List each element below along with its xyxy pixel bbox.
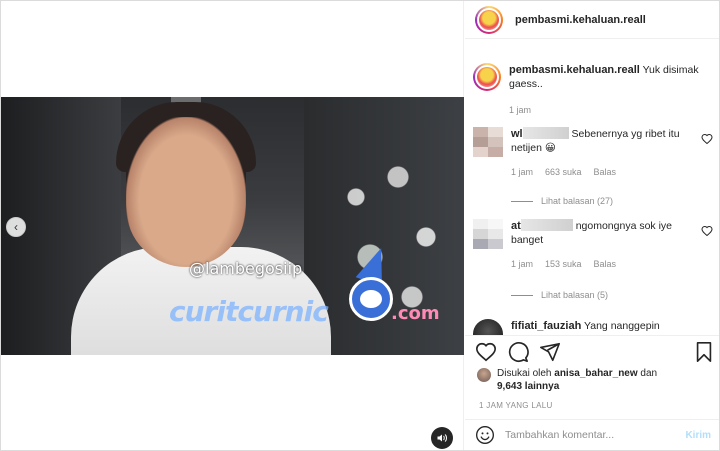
caption-avatar[interactable] (473, 63, 501, 91)
comment-time[interactable]: 1 jam (511, 165, 533, 179)
heart-icon[interactable] (475, 341, 497, 363)
comment-username[interactable]: wl (511, 128, 523, 140)
post-timestamp[interactable]: 1 JAM YANG LALU (479, 401, 553, 410)
author-username[interactable]: pembasmi.kehaluan.reall (515, 14, 646, 26)
likes-others[interactable]: 9,643 lainnya (497, 381, 559, 392)
actions-divider (465, 335, 719, 336)
comment-time[interactable]: 1 jam (511, 257, 533, 271)
likes-summary: Disukai oleh anisa_bahar_new dan 9,643 l… (477, 367, 687, 393)
add-comment-bar: Kirim (465, 419, 719, 450)
chevron-left-icon: ‹ (14, 220, 18, 234)
view-replies-label: Lihat balasan (5) (541, 290, 609, 300)
share-icon[interactable] (539, 341, 561, 363)
video-watermark: @lambegosiip (189, 259, 303, 278)
speaker-icon (437, 434, 447, 442)
view-replies-label: Lihat balasan (27) (541, 196, 614, 206)
reply-button[interactable]: Balas (594, 165, 617, 179)
post-caption: pembasmi.kehaluan.reall Yuk disimak gaes… (473, 63, 713, 117)
post-header: pembasmi.kehaluan.reall (465, 1, 719, 39)
comment-item: wl Sebenernya yg ribet itu netijen 😀 1 j… (473, 127, 713, 179)
audio-toggle-button[interactable] (431, 427, 453, 449)
reply-button[interactable]: Balas (594, 257, 617, 271)
heart-icon[interactable] (701, 133, 713, 145)
view-replies-button[interactable]: Lihat balasan (5) (511, 290, 608, 300)
redacted-username (520, 219, 573, 231)
comment-username[interactable]: fifiati_fauziah (511, 320, 581, 332)
reply-line (511, 200, 533, 202)
bookmark-icon[interactable] (693, 341, 715, 363)
post-panel: pembasmi.kehaluan.reall pembasmi.kehalua… (465, 1, 719, 450)
caption-time[interactable]: 1 jam (509, 103, 713, 117)
comment-likes[interactable]: 663 suka (545, 165, 582, 179)
view-replies-button[interactable]: Lihat balasan (27) (511, 196, 613, 206)
liker-avatar[interactable] (477, 368, 491, 382)
post-actions (475, 341, 715, 365)
send-comment-button[interactable]: Kirim (685, 430, 711, 441)
likes-prefix: Disukai oleh (497, 368, 552, 379)
comment-text: Yang nanggepin (584, 320, 660, 332)
avatar-logo (479, 9, 499, 30)
video-person-head (126, 117, 246, 267)
comment-avatar[interactable] (473, 219, 503, 249)
likes-and: dan (640, 368, 658, 379)
comment-input[interactable] (505, 429, 675, 441)
carousel-prev-button[interactable]: ‹ (6, 217, 26, 237)
redacted-username (522, 127, 569, 139)
comment-avatar[interactable] (473, 319, 503, 335)
caption-username[interactable]: pembasmi.kehaluan.reall (509, 64, 640, 76)
author-avatar[interactable] (475, 5, 503, 34)
heart-icon[interactable] (701, 225, 713, 237)
comment-likes[interactable]: 153 suka (545, 257, 582, 271)
reply-line (511, 294, 533, 296)
liker-username[interactable]: anisa_bahar_new (554, 368, 637, 379)
video-player[interactable]: @lambegosiip curitcurnic .com (1, 97, 464, 355)
comment-icon[interactable] (507, 341, 529, 363)
comment-username[interactable]: at (511, 220, 521, 232)
comment-item: at ngomongnya sok iye banget 1 jam 153 s… (473, 219, 713, 271)
video-brand-suffix: .com (391, 303, 440, 324)
avatar-logo (477, 67, 497, 87)
media-area: @lambegosiip curitcurnic .com ‹ (1, 1, 464, 450)
comment-avatar[interactable] (473, 127, 503, 157)
comment-item: fifiati_fauziah Yang nanggepin (473, 319, 713, 335)
video-mascot (349, 277, 393, 321)
emoji-icon[interactable] (475, 425, 495, 445)
video-brand-logo: curitcurnic (169, 295, 329, 328)
